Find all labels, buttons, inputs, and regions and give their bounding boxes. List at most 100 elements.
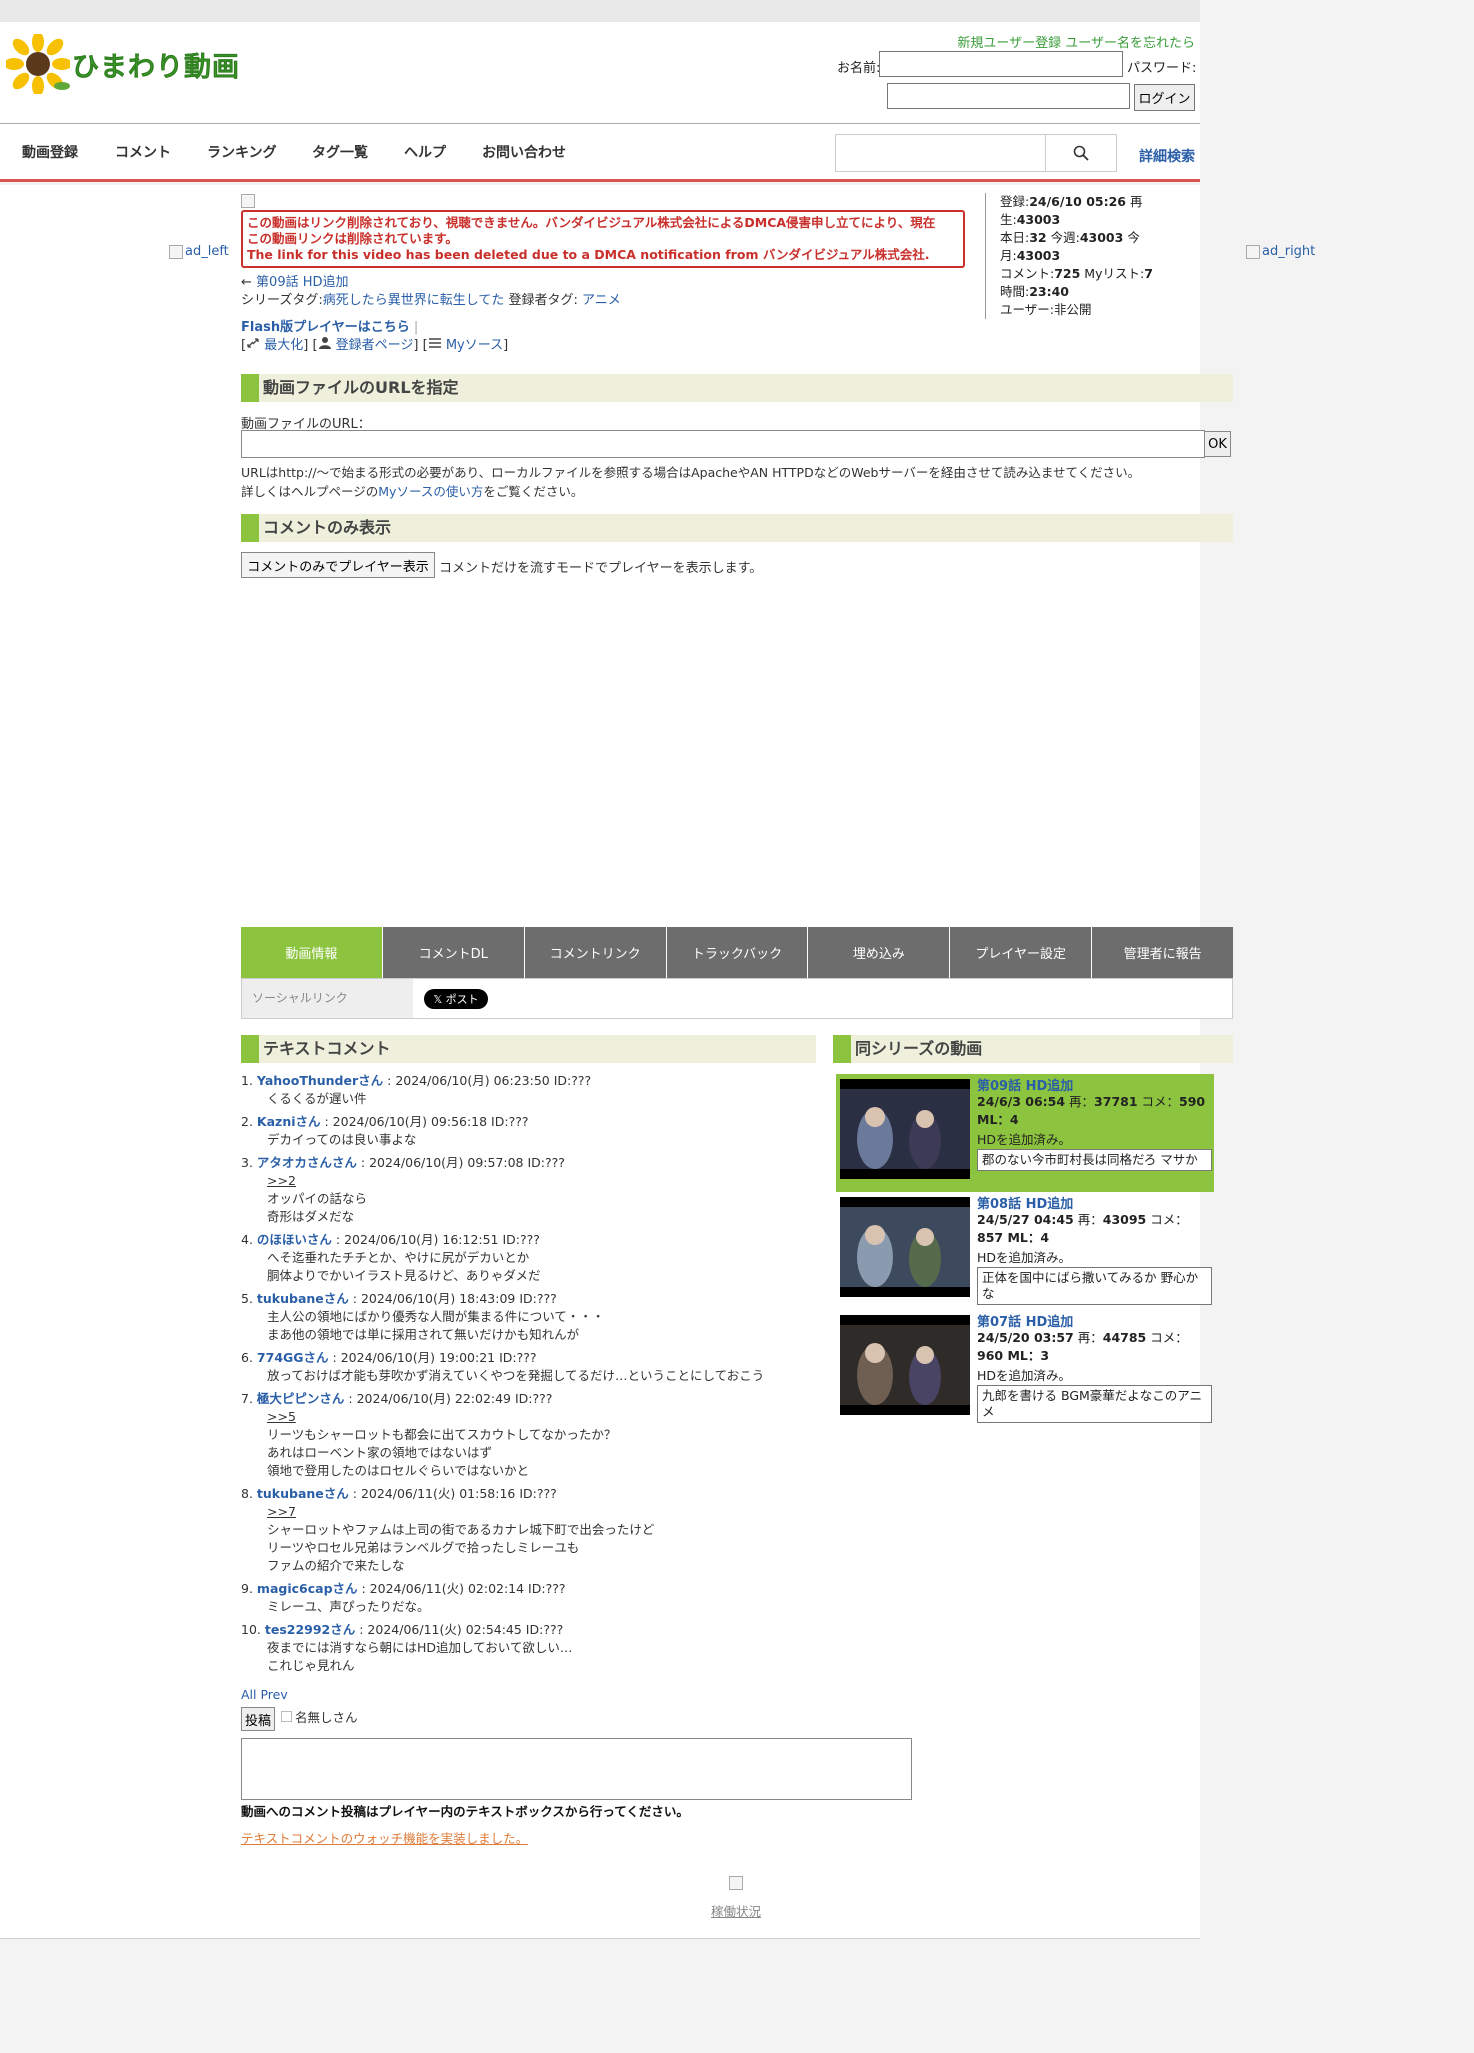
related-title-link[interactable]: 第08話 HD追加 — [977, 1193, 1073, 1212]
commenter-name-link[interactable]: 極大ピピンさん — [257, 1391, 345, 1406]
commenter-name-link[interactable]: 774GGさん — [257, 1350, 329, 1365]
commenter-name-link[interactable]: のほほいさん — [257, 1232, 332, 1247]
nav-tag-list[interactable]: タグ一覧 — [312, 142, 368, 162]
nav-ranking[interactable]: ランキング — [207, 142, 277, 162]
list-icon — [428, 338, 441, 348]
reply-anchor-link[interactable]: >>7 — [267, 1504, 296, 1519]
series-tag-link[interactable]: 病死したら異世界に転生してた — [323, 293, 505, 308]
comment-text: これじゃ見れん — [267, 1658, 355, 1673]
registrant-tag-link[interactable]: アニメ — [582, 293, 621, 308]
flash-player-link[interactable]: Flash版プレイヤーはこちら — [241, 320, 410, 335]
comment-header: 10. tes22992さん : 2024/06/11(火) 02:54:45 … — [241, 1621, 821, 1639]
commenter-name-link[interactable]: Kazniさん — [257, 1114, 321, 1129]
related-thumbnail[interactable] — [840, 1315, 970, 1415]
comment-pager[interactable]: All Prev — [241, 1687, 288, 1702]
ad-right[interactable]: ad_right — [1246, 244, 1315, 259]
text-comment-item: 7. 極大ピピンさん : 2024/06/10(月) 22:02:49 ID:?… — [241, 1390, 821, 1480]
related-desc: HDを追加済み。 — [977, 1368, 1072, 1383]
maximize-link[interactable]: 最大化 — [264, 338, 303, 353]
tab-comment-link[interactable]: コメントリンク — [524, 927, 667, 978]
tab-player-settings[interactable]: プレイヤー設定 — [950, 927, 1093, 978]
password-input[interactable] — [887, 83, 1130, 109]
commenter-name-link[interactable]: magic6capさん — [257, 1581, 358, 1596]
text-comment-item: 9. magic6capさん : 2024/06/11(火) 02:02:14 … — [241, 1580, 821, 1616]
registrant-page-link[interactable]: 登録者ページ — [336, 338, 414, 353]
related-video-item[interactable]: 第08話 HD追加 24/5/27 04:45 再：43095 コメ： 857 ML… — [836, 1192, 1214, 1310]
site-header: ひまわり動画 新規ユーザー登録 ユーザー名を忘れたら お名前: パスワード: ロ… — [0, 22, 1200, 124]
related-title-link[interactable]: 第07話 HD追加 — [977, 1311, 1073, 1330]
nav-contact[interactable]: お問い合わせ — [482, 142, 566, 162]
tab-comment-dl[interactable]: コメントDL — [382, 927, 525, 978]
x-post-button[interactable]: 𝕏 ポスト — [424, 989, 488, 1009]
broken-image-icon — [1246, 244, 1260, 259]
commenter-name-link[interactable]: アタオカさんさん — [257, 1155, 357, 1170]
commenter-name-link[interactable]: YahooThunderさん — [257, 1073, 383, 1088]
tab-video-info[interactable]: 動画情報 — [241, 927, 383, 978]
forgot-username-link[interactable]: ユーザー名を忘れたら — [1065, 36, 1195, 51]
post-comment-button[interactable]: 投稿 — [241, 1707, 275, 1731]
dmca-notice: この動画はリンク削除されており、視聴できません。バンダイビジュアル株式会社による… — [241, 210, 965, 268]
search-button[interactable] — [1046, 134, 1117, 172]
tab-embed[interactable]: 埋め込み — [808, 927, 951, 978]
tab-trackback[interactable]: トラックバック — [666, 927, 809, 978]
video-url-input[interactable] — [241, 430, 1205, 458]
comment-only-player-button[interactable]: コメントのみでプレイヤー表示 — [241, 552, 435, 578]
comment-textarea[interactable] — [241, 1738, 912, 1800]
related-plays: 37781 — [1094, 1094, 1138, 1109]
my-source-link[interactable]: Myソース — [446, 338, 503, 353]
ad-left[interactable]: ad_left — [169, 244, 229, 259]
prev-video-link[interactable]: 第09話 HD追加 — [256, 275, 348, 290]
comment-text: ミレーユ、声ぴったりだな。 — [267, 1599, 430, 1614]
url-ok-button[interactable]: OK — [1204, 431, 1231, 457]
thumbnail-image — [840, 1315, 970, 1415]
nav-upload[interactable]: 動画登録 — [22, 142, 78, 162]
login-button[interactable]: ログイン — [1134, 84, 1195, 111]
comment-only-note: コメントだけを流すモードでプレイヤーを表示します。 — [439, 561, 763, 576]
comment-meta: : 2024/06/11(火) 01:58:16 ID:??? — [348, 1486, 557, 1501]
post-note: 動画へのコメント投稿はプレイヤー内のテキストボックスから行ってください。 — [241, 1804, 689, 1819]
sunflower-icon — [6, 34, 70, 94]
comment-text: 領地で登用したのはロセルぐらいではないかと — [267, 1463, 530, 1478]
commenter-name-link[interactable]: tes22992さん — [265, 1622, 355, 1637]
reply-anchor-link[interactable]: >>5 — [267, 1409, 296, 1424]
search-input[interactable] — [835, 134, 1046, 172]
maximize-icon — [247, 338, 259, 348]
related-video-item[interactable]: 第09話 HD追加 24/6/3 06:54 再：37781 コメ：590 ML：… — [836, 1074, 1214, 1192]
related-meta: 24/6/3 06:54 再：37781 コメ：590 ML：4 — [977, 1093, 1212, 1129]
stat-label: コメント: — [1000, 266, 1055, 281]
related-meta: 24/5/20 03:57 再：44785 コメ： 960 ML：3 — [977, 1329, 1212, 1365]
comment-text: 奇形はダメだな — [267, 1209, 355, 1224]
url-note: URLはhttp://～で始まる形式の必要があり、ローカルファイルを参照する場合… — [241, 465, 1141, 480]
site-logo[interactable]: ひまわり動画 — [6, 34, 256, 94]
register-link[interactable]: 新規ユーザー登録 — [957, 36, 1061, 51]
commenter-name-link[interactable]: tukubaneさん — [257, 1291, 349, 1306]
my-source-help-link[interactable]: Myソースの使い方 — [378, 484, 483, 499]
tab-report[interactable]: 管理者に報告 — [1092, 927, 1234, 978]
comment-header: 6. 774GGさん : 2024/06/10(月) 19:00:21 ID:?… — [241, 1349, 821, 1367]
logo-text: ひまわり動画 — [72, 51, 240, 83]
comment-header: 1. YahooThunderさん : 2024/06/10(月) 06:23:… — [241, 1072, 821, 1090]
comment-text: 胴体よりでかいイラスト見るけど、ありゃダメだ — [267, 1268, 541, 1283]
thumbnail-image — [840, 1197, 970, 1297]
related-thumbnail[interactable] — [840, 1079, 970, 1179]
related-thumbnail[interactable] — [840, 1197, 970, 1297]
comment-meta: : 2024/06/10(月) 09:57:08 ID:??? — [356, 1155, 565, 1170]
reply-anchor-link[interactable]: >>2 — [267, 1173, 296, 1188]
commenter-name-link[interactable]: tukubaneさん — [257, 1486, 349, 1501]
anonymous-checkbox[interactable] — [281, 1711, 292, 1722]
comment-text: オッパイの話なら — [267, 1191, 368, 1206]
registrant-tag-label: 登録者タグ: — [508, 293, 578, 308]
nav-comment[interactable]: コメント — [115, 142, 171, 162]
related-title-link[interactable]: 第09話 HD追加 — [977, 1075, 1073, 1094]
related-plays: 43095 — [1102, 1212, 1147, 1227]
watch-feature-link[interactable]: テキストコメントのウォッチ機能を実装しました。 — [241, 1828, 528, 1847]
username-input[interactable] — [879, 51, 1123, 77]
related-video-item[interactable]: 第07話 HD追加 24/5/20 03:57 再：44785 コメ： 960 ML… — [836, 1310, 1214, 1428]
comment-number: 4. — [241, 1232, 253, 1247]
advanced-search-link[interactable]: 詳細検索 — [1139, 146, 1195, 166]
social-links-row: ソーシャルリンク 𝕏 ポスト — [241, 978, 1233, 1019]
comment-header: 8. tukubaneさん : 2024/06/11(火) 01:58:16 I… — [241, 1485, 821, 1503]
service-status-link[interactable]: 稼働状況 — [711, 1901, 761, 1920]
nav-help[interactable]: ヘルプ — [404, 142, 446, 162]
top-bar — [0, 0, 1200, 22]
